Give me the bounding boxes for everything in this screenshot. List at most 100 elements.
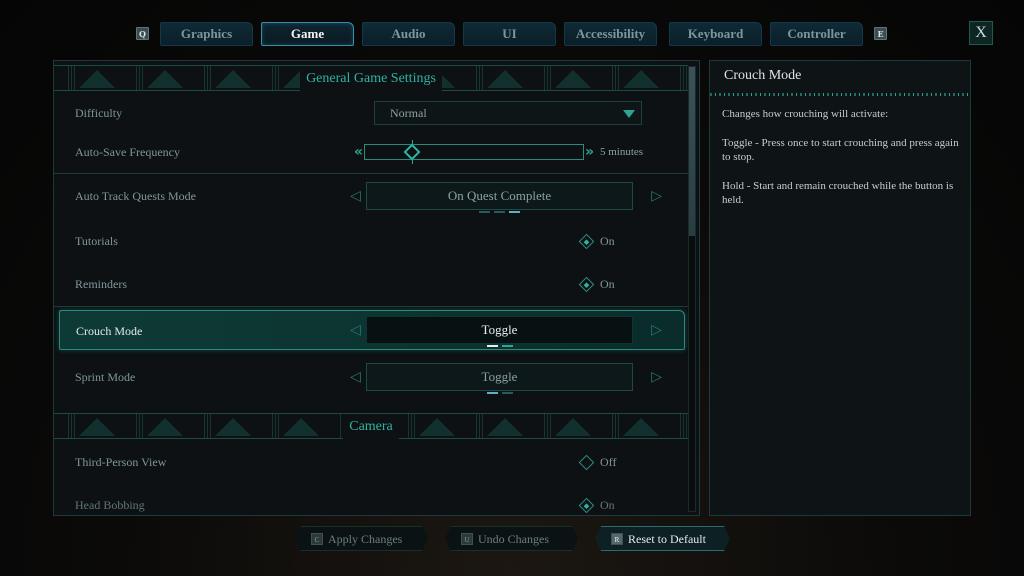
ornament [215,418,251,436]
description-body: Changes how crouching will activate: Tog… [722,107,962,222]
ornament [419,418,455,436]
setting-label: Auto Track Quests Mode [75,189,197,203]
apply-changes-button[interactable]: C Apply Changes [295,526,428,551]
undo-changes-button[interactable]: U Undo Changes [445,526,578,551]
setting-label: Third-Person View [75,455,167,469]
checkbox-diamond-icon [578,233,595,250]
arrow-left-icon[interactable]: ◁ [350,363,361,391]
arrow-left-icon[interactable]: ◁ [350,316,361,344]
setting-row-sprint-mode[interactable]: Sprint Mode ◁ Toggle ▷ [54,357,688,397]
slider-track[interactable] [364,144,584,160]
setting-row-crouch-mode[interactable]: Crouch Mode ◁ Toggle ▷ [59,310,685,350]
button-label: Apply Changes [328,532,403,546]
tab-controller[interactable]: Controller [770,22,863,46]
reset-to-default-button[interactable]: R Reset to Default [595,526,730,551]
double-chevron-left-icon[interactable]: « [354,143,363,161]
setting-row-auto-track[interactable]: Auto Track Quests Mode ◁ On Quest Comple… [54,176,688,216]
key-hint: C [311,533,323,545]
ornament [79,418,115,436]
setting-label: Sprint Mode [75,370,136,384]
settings-scrollbar[interactable] [688,66,696,512]
selector-value: On Quest Complete [447,188,552,203]
section-header-general: General Game Settings [54,65,688,92]
double-chevron-right-icon[interactable]: » [585,143,594,161]
option-dot [486,392,498,394]
setting-row-tutorials[interactable]: Tutorials On [54,221,688,261]
selector-value-box: On Quest Complete [366,182,633,213]
description-title: Crouch Mode [724,68,802,83]
ornament [487,418,523,436]
tab-accessibility[interactable]: Accessibility [564,22,657,46]
setting-label: Head Bobbing [75,498,145,512]
toggle-value: Off [600,455,617,469]
section-title: General Game Settings [300,66,442,92]
option-indicator [367,211,632,213]
tab-audio[interactable]: Audio [362,22,455,46]
toggle-value: On [600,277,615,291]
divider [54,306,688,307]
setting-row-reminders[interactable]: Reminders On [54,264,688,304]
option-dot [494,211,505,213]
ornament [487,70,523,88]
option-dot [501,345,513,347]
ornament [623,70,659,88]
section-header-camera: Camera [54,413,688,440]
next-tab-key-hint: E [874,27,887,40]
ornament [555,70,591,88]
setting-row-third-person-view[interactable]: Third-Person View Off [54,442,688,482]
selector-value-box: Toggle [366,363,633,394]
description-panel: Crouch Mode Changes how crouching will a… [709,60,971,516]
setting-label: Crouch Mode [76,324,143,338]
selector-value: Toggle [481,322,518,337]
setting-label: Reminders [75,277,127,291]
ornament [623,418,659,436]
tab-game[interactable]: Game [261,22,354,46]
divider [710,93,970,96]
tab-keyboard[interactable]: Keyboard [669,22,762,46]
chevron-down-icon [623,110,635,118]
button-label: Reset to Default [628,532,706,546]
checkbox-diamond-icon [578,454,595,471]
close-button[interactable]: X [969,21,993,45]
autosave-value: 5 minutes [600,146,644,158]
option-indicator [367,345,632,347]
difficulty-dropdown[interactable]: Normal [374,101,642,125]
auto-track-selector[interactable]: ◁ On Quest Complete ▷ [350,182,662,213]
option-indicator [367,392,632,394]
setting-label: Difficulty [75,106,123,120]
arrow-right-icon[interactable]: ▷ [651,316,662,344]
sprint-mode-selector[interactable]: ◁ Toggle ▷ [350,363,662,394]
description-paragraph: Toggle - Press once to start crouching a… [722,137,959,163]
button-label: Undo Changes [478,532,549,546]
checked-dot [583,502,590,509]
selector-value-box: Toggle [366,316,633,347]
selector-value: Toggle [481,369,518,384]
divider [54,173,688,174]
section-title: Camera [343,414,399,440]
ornament [147,418,183,436]
arrow-right-icon[interactable]: ▷ [651,363,662,391]
tab-graphics[interactable]: Graphics [160,22,253,46]
checkbox-diamond-icon [578,497,595,514]
crouch-mode-selector[interactable]: ◁ Toggle ▷ [350,316,662,347]
toggle-value: On [600,234,615,248]
description-paragraph: Changes how crouching will activate: [722,108,889,120]
arrow-left-icon[interactable]: ◁ [350,182,361,210]
option-dot [486,345,498,347]
setting-label: Auto-Save Frequency [75,145,180,159]
setting-row-head-bobbing[interactable]: Head Bobbing On [54,485,688,515]
option-dot [509,211,520,213]
prev-tab-key-hint: Q [136,27,149,40]
scrollbar-thumb[interactable] [689,67,695,236]
ornament [283,418,319,436]
checkbox-diamond-icon [578,276,595,293]
setting-label: Tutorials [75,234,118,248]
tab-ui[interactable]: UI [463,22,556,46]
ornament [147,70,183,88]
ornament [79,70,115,88]
autosave-slider[interactable]: « » [354,140,594,164]
toggle-value: On [600,498,615,512]
key-hint: U [461,533,473,545]
key-hint: R [611,533,623,545]
arrow-right-icon[interactable]: ▷ [651,182,662,210]
